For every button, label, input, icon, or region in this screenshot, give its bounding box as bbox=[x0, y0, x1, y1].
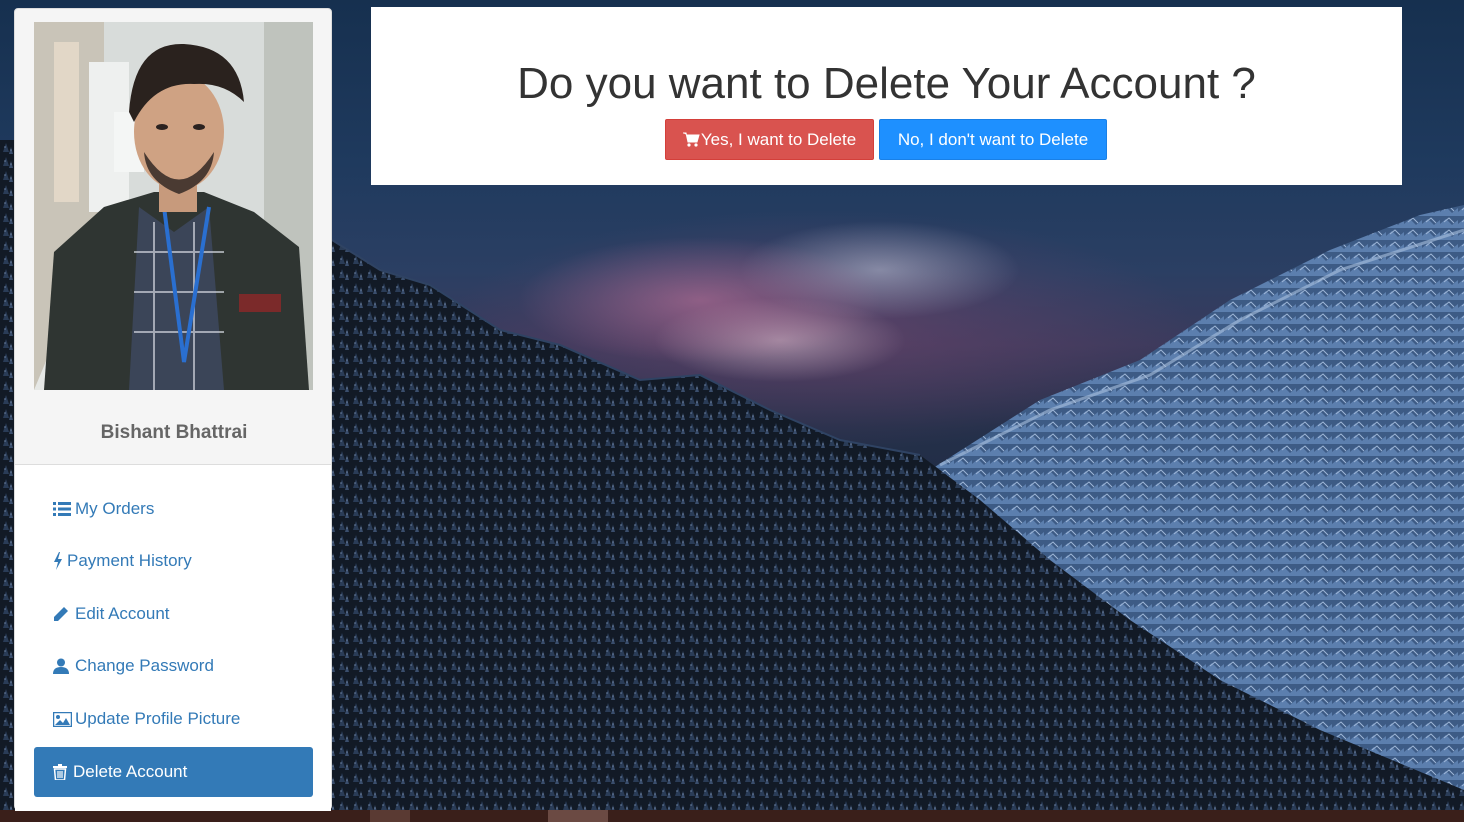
cancel-delete-label: No, I don't want to Delete bbox=[897, 129, 1089, 149]
menu-item-update-profile-picture[interactable]: Update Profile Picture bbox=[34, 695, 313, 743]
menu-item-label: Change Password bbox=[75, 656, 214, 675]
delete-account-dialog: Do you want to Delete Your Account ? Yes… bbox=[371, 7, 1402, 185]
dialog-title: Do you want to Delete Your Account ? bbox=[517, 59, 1256, 108]
profile-photo bbox=[34, 22, 313, 390]
account-menu: My Orders Payment History Edit Account C… bbox=[15, 464, 331, 811]
menu-item-label: My Orders bbox=[75, 499, 155, 518]
cart-icon bbox=[682, 132, 700, 147]
menu-item-label: Delete Account bbox=[73, 762, 188, 781]
taskbar bbox=[0, 810, 1464, 822]
cancel-delete-button[interactable]: No, I don't want to Delete bbox=[879, 119, 1107, 160]
menu-item-change-password[interactable]: Change Password bbox=[34, 642, 313, 690]
image-icon bbox=[53, 711, 73, 727]
profile-sidebar: Bishant Bhattrai My Orders Payment Histo… bbox=[14, 8, 332, 811]
trash-icon bbox=[53, 764, 71, 780]
bolt-icon bbox=[53, 552, 65, 570]
menu-item-my-orders[interactable]: My Orders bbox=[34, 485, 313, 533]
pencil-icon bbox=[53, 606, 73, 622]
menu-item-delete-account[interactable]: Delete Account bbox=[34, 747, 313, 797]
list-icon bbox=[53, 501, 73, 517]
menu-item-label: Update Profile Picture bbox=[75, 709, 241, 728]
taskbar-app[interactable] bbox=[370, 810, 410, 822]
confirm-delete-button[interactable]: Yes, I want to Delete bbox=[665, 119, 874, 160]
profile-name: Bishant Bhattrai bbox=[100, 422, 248, 443]
user-icon bbox=[53, 658, 73, 674]
confirm-delete-label: Yes, I want to Delete bbox=[700, 129, 857, 149]
menu-item-edit-account[interactable]: Edit Account bbox=[34, 590, 313, 638]
menu-item-label: Edit Account bbox=[75, 604, 170, 623]
avatar bbox=[34, 22, 313, 390]
taskbar-app[interactable] bbox=[548, 810, 608, 822]
menu-item-payment-history[interactable]: Payment History bbox=[34, 537, 313, 585]
menu-item-label: Payment History bbox=[67, 551, 192, 570]
